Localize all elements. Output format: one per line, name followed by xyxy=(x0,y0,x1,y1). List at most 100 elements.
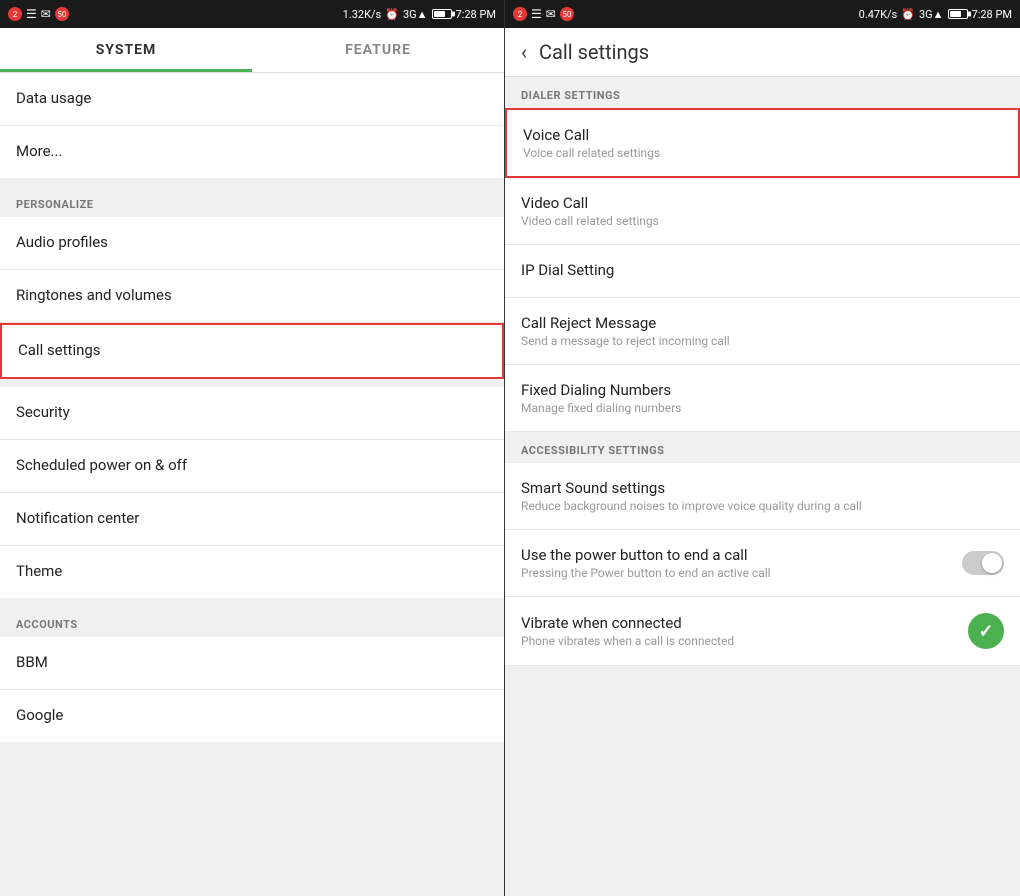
accessibility-settings-label: ACCESSIBILITY SETTINGS xyxy=(505,432,1020,463)
scheduled-power-title: Scheduled power on & off xyxy=(16,456,488,474)
power-button-subtitle: Pressing the Power button to end an acti… xyxy=(521,566,952,580)
right-settings-content: DIALER SETTINGS Voice Call Voice call re… xyxy=(505,77,1020,896)
notification-badge-right-1: 2 xyxy=(513,7,527,21)
settings-item-audio-profiles[interactable]: Audio profiles xyxy=(0,217,504,270)
video-call-title: Video Call xyxy=(521,194,1004,212)
tab-feature[interactable]: FEATURE xyxy=(252,28,504,72)
network-speed-right: 0.47K/s xyxy=(859,8,898,21)
settings-item-bbm[interactable]: BBM xyxy=(0,637,504,690)
app-badge: 50 xyxy=(55,7,69,21)
voice-call-subtitle: Voice call related settings xyxy=(523,146,1002,160)
call-reject-text: Call Reject Message Send a message to re… xyxy=(521,314,1004,348)
security-title: Security xyxy=(16,403,488,421)
vibrate-title: Vibrate when connected xyxy=(521,614,958,632)
settings-item-theme[interactable]: Theme xyxy=(0,546,504,598)
status-bar-right: 2 ☰ ✉ 50 0.47K/s ⏰ 3G▲ 7:28 PM xyxy=(505,0,1020,28)
time-left: 7:28 PM xyxy=(456,8,496,21)
left-panel: 2 ☰ ✉ 50 1.32K/s ⏰ 3G▲ 7:28 PM SYSTEM FE… xyxy=(0,0,505,896)
battery-icon-right xyxy=(948,9,968,19)
voice-call-text: Voice Call Voice call related settings xyxy=(523,126,1002,160)
right-item-video-call[interactable]: Video Call Video call related settings xyxy=(505,178,1020,245)
bbm-title: BBM xyxy=(16,653,488,671)
settings-item-ringtones[interactable]: Ringtones and volumes xyxy=(0,270,504,323)
settings-item-google[interactable]: Google xyxy=(0,690,504,742)
app-badge-right: 50 xyxy=(560,7,574,21)
smart-sound-subtitle: Reduce background noises to improve voic… xyxy=(521,499,1004,513)
vibrate-checkmark[interactable] xyxy=(968,613,1004,649)
top-group: Data usage More... xyxy=(0,73,504,178)
settings-item-scheduled-power[interactable]: Scheduled power on & off xyxy=(0,440,504,493)
fixed-dialing-subtitle: Manage fixed dialing numbers xyxy=(521,401,1004,415)
right-item-fixed-dialing[interactable]: Fixed Dialing Numbers Manage fixed diali… xyxy=(505,365,1020,432)
right-header: ‹ Call settings xyxy=(505,28,1020,77)
personalize-group: Audio profiles Ringtones and volumes Cal… xyxy=(0,217,504,379)
divider-2 xyxy=(0,379,504,387)
left-settings-content: Data usage More... PERSONALIZE Audio pro… xyxy=(0,73,504,896)
data-usage-title: Data usage xyxy=(16,89,488,107)
notification-badge-1: 2 xyxy=(8,7,22,21)
signal-icon-right: 3G▲ xyxy=(919,8,944,21)
divider-1 xyxy=(0,178,504,186)
notification-title: Notification center xyxy=(16,509,488,527)
power-button-text: Use the power button to end a call Press… xyxy=(521,546,952,580)
network-speed-left: 1.32K/s xyxy=(343,8,382,21)
fixed-dialing-title: Fixed Dialing Numbers xyxy=(521,381,1004,399)
power-button-toggle[interactable] xyxy=(962,551,1004,575)
dialer-settings-group: Voice Call Voice call related settings V… xyxy=(505,108,1020,432)
settings-item-notification[interactable]: Notification center xyxy=(0,493,504,546)
email-icon-right: ✉ xyxy=(546,7,556,21)
accounts-group: BBM Google xyxy=(0,637,504,742)
status-bar-left: 2 ☰ ✉ 50 1.32K/s ⏰ 3G▲ 7:28 PM xyxy=(0,0,504,28)
right-panel: 2 ☰ ✉ 50 0.47K/s ⏰ 3G▲ 7:28 PM ‹ Call se… xyxy=(505,0,1020,896)
call-reject-title: Call Reject Message xyxy=(521,314,1004,332)
email-icon: ✉ xyxy=(41,7,51,21)
tab-bar: SYSTEM FEATURE xyxy=(0,28,504,73)
status-right-left-icons: 2 ☰ ✉ 50 xyxy=(513,7,574,21)
right-item-power-button[interactable]: Use the power button to end a call Press… xyxy=(505,530,1020,597)
video-call-subtitle: Video call related settings xyxy=(521,214,1004,228)
battery-icon-left xyxy=(432,9,452,19)
settings-item-data-usage[interactable]: Data usage xyxy=(0,73,504,126)
accounts-label: ACCOUNTS xyxy=(0,606,504,637)
google-title: Google xyxy=(16,706,488,724)
fixed-dialing-text: Fixed Dialing Numbers Manage fixed diali… xyxy=(521,381,1004,415)
power-button-title: Use the power button to end a call xyxy=(521,546,952,564)
alarm-icon: ⏰ xyxy=(385,8,399,21)
settings-item-call-settings[interactable]: Call settings xyxy=(0,323,504,379)
ip-dial-title: IP Dial Setting xyxy=(521,261,1004,279)
right-item-smart-sound[interactable]: Smart Sound settings Reduce background n… xyxy=(505,463,1020,530)
status-right-info: 1.32K/s ⏰ 3G▲ 7:28 PM xyxy=(343,8,496,21)
vibrate-subtitle: Phone vibrates when a call is connected xyxy=(521,634,958,648)
theme-title: Theme xyxy=(16,562,488,580)
call-reject-subtitle: Send a message to reject incoming call xyxy=(521,334,1004,348)
status-right-right-info: 0.47K/s ⏰ 3G▲ 7:28 PM xyxy=(859,8,1012,21)
right-item-ip-dial[interactable]: IP Dial Setting xyxy=(505,245,1020,298)
settings-item-security[interactable]: Security xyxy=(0,387,504,440)
audio-profiles-title: Audio profiles xyxy=(16,233,488,251)
right-item-vibrate[interactable]: Vibrate when connected Phone vibrates wh… xyxy=(505,597,1020,666)
ringtones-title: Ringtones and volumes xyxy=(16,286,488,304)
vibrate-text: Vibrate when connected Phone vibrates wh… xyxy=(521,614,958,648)
alarm-icon-right: ⏰ xyxy=(901,8,915,21)
video-call-text: Video Call Video call related settings xyxy=(521,194,1004,228)
call-settings-title: Call settings xyxy=(18,341,486,359)
settings-item-more[interactable]: More... xyxy=(0,126,504,178)
bbm-icon-right: ☰ xyxy=(531,7,542,21)
signal-icon: 3G▲ xyxy=(403,8,428,21)
dialer-settings-label: DIALER SETTINGS xyxy=(505,77,1020,108)
right-panel-title: Call settings xyxy=(539,40,649,64)
smart-sound-text: Smart Sound settings Reduce background n… xyxy=(521,479,1004,513)
back-button[interactable]: ‹ xyxy=(521,40,527,64)
personalize-label: PERSONALIZE xyxy=(0,186,504,217)
ip-dial-text: IP Dial Setting xyxy=(521,261,1004,281)
divider-3 xyxy=(0,598,504,606)
smart-sound-title: Smart Sound settings xyxy=(521,479,1004,497)
bbm-icon: ☰ xyxy=(26,7,37,21)
accessibility-settings-group: Smart Sound settings Reduce background n… xyxy=(505,463,1020,666)
second-group: Security Scheduled power on & off Notifi… xyxy=(0,387,504,598)
right-item-call-reject[interactable]: Call Reject Message Send a message to re… xyxy=(505,298,1020,365)
right-item-voice-call[interactable]: Voice Call Voice call related settings xyxy=(505,108,1020,178)
tab-system[interactable]: SYSTEM xyxy=(0,28,252,72)
time-right: 7:28 PM xyxy=(972,8,1012,21)
voice-call-title: Voice Call xyxy=(523,126,1002,144)
